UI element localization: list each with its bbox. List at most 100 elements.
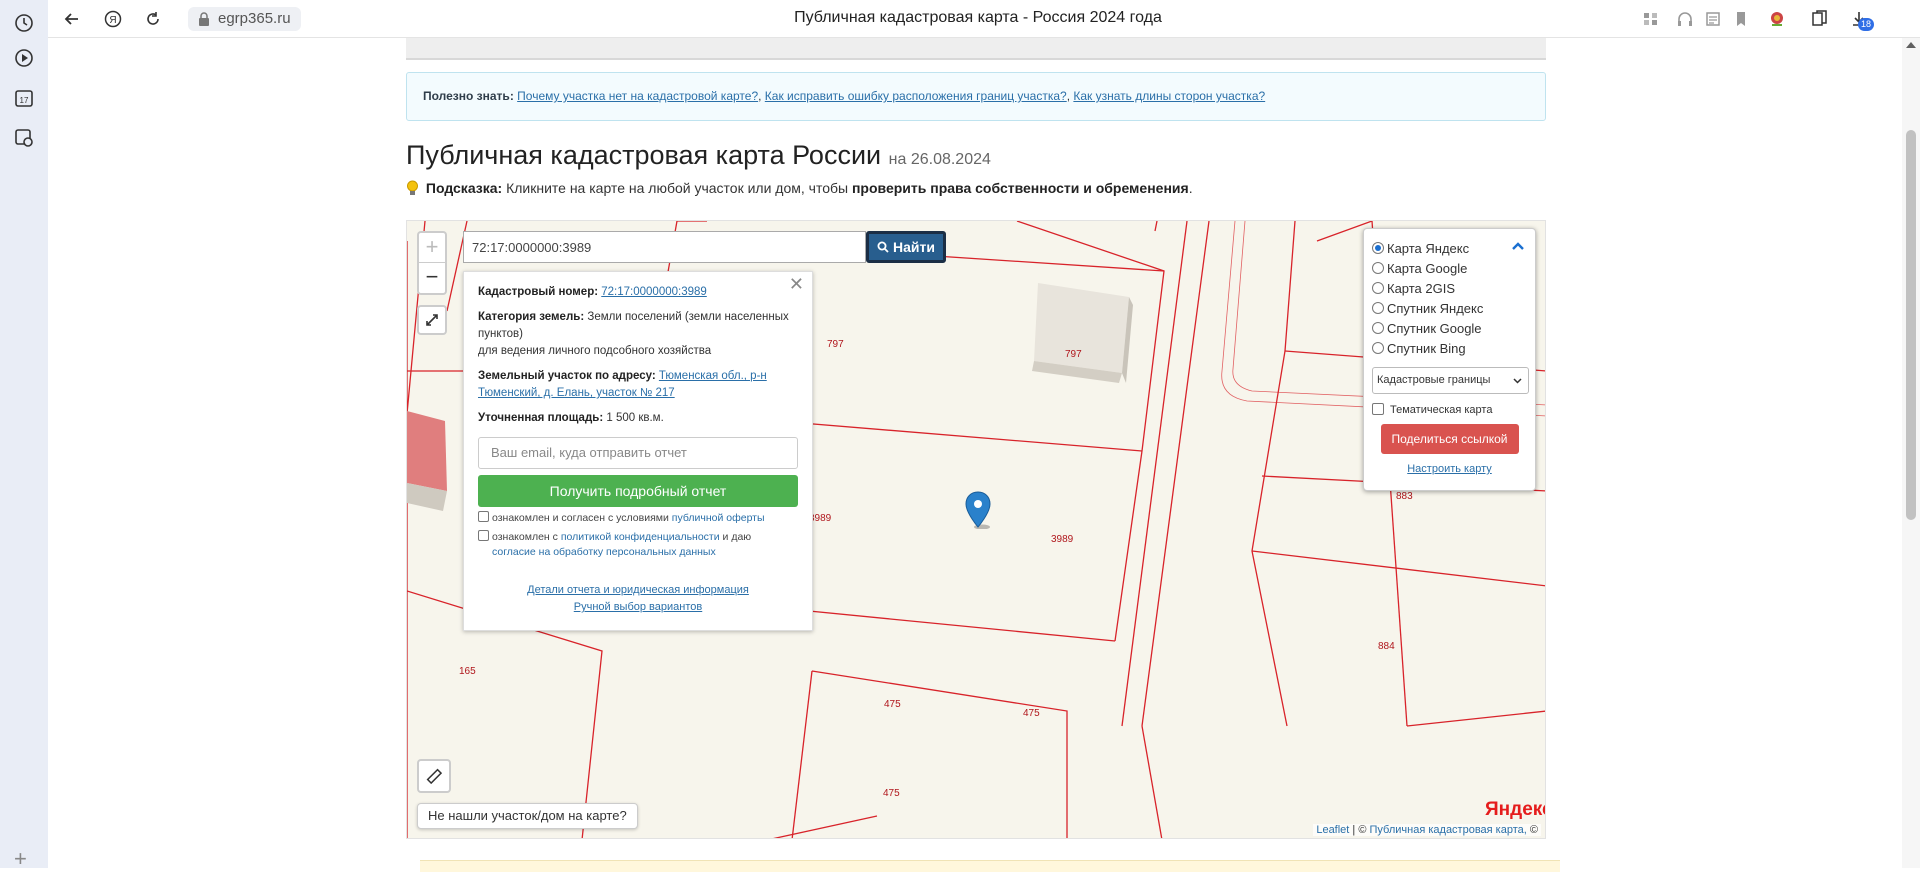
category-use: для ведения личного подсобного хозяйства	[478, 345, 712, 357]
privacy-text: ознакомлен с	[492, 531, 558, 543]
radio[interactable]	[1372, 322, 1384, 334]
info-link-missing-parcel[interactable]: Почему участка нет на кадастровой карте?	[517, 89, 758, 103]
add-panel-icon[interactable]: +	[14, 848, 27, 870]
thematic-checkbox[interactable]	[1372, 403, 1384, 415]
heading-date: на 26.08.2024	[888, 151, 991, 168]
attribution-copy-end: ©	[1529, 824, 1538, 836]
downloads-icon[interactable]: 18	[1848, 8, 1874, 31]
layer-option-yandex-satellite[interactable]: Спутник Яндекс	[1372, 299, 1527, 319]
layer-label: Карта Яндекс	[1387, 241, 1470, 256]
parcel-label: 797	[1065, 349, 1082, 360]
bookmark-icon[interactable]	[1730, 8, 1752, 30]
lock-icon	[199, 12, 209, 26]
back-icon[interactable]	[61, 8, 83, 30]
parcel-label: 475	[884, 699, 901, 710]
offer-consent: ознакомлен и согласен с условиями публич…	[478, 511, 798, 526]
not-found-button[interactable]: Не нашли участок/дом на карте?	[417, 803, 638, 829]
history-icon[interactable]	[11, 10, 37, 36]
layer-switcher: Карта Яндекс Карта Google Карта 2GIS Спу…	[1363, 228, 1536, 491]
address-label: Земельный участок по адресу:	[478, 370, 656, 382]
email-field[interactable]: Ваш email, куда отправить отчет	[478, 437, 798, 469]
hint-bold: проверить права собственности и обремене…	[851, 180, 1189, 196]
yandex-icon[interactable]: Я	[102, 8, 124, 30]
offer-text: ознакомлен и согласен с условиями	[492, 512, 669, 524]
yandex-logo-text: Яндекс	[1485, 799, 1546, 820]
page-bottom-notice	[420, 860, 1560, 872]
parcel-label: 475	[883, 788, 900, 799]
layer-option-google-satellite[interactable]: Спутник Google	[1372, 319, 1527, 339]
cadastral-search-input[interactable]	[463, 231, 866, 263]
pkk-link[interactable]: Публичная кадастровая карта,	[1370, 824, 1527, 836]
personal-data-link[interactable]: согласие на обработку персональных данны…	[492, 546, 716, 558]
browser-toolbar: Я egrp365.ru Публичная кадастровая карта…	[48, 0, 1920, 38]
collections-icon[interactable]	[1808, 8, 1830, 30]
headphones-icon[interactable]	[1674, 8, 1696, 30]
radio[interactable]	[1372, 302, 1384, 314]
scroll-up-icon[interactable]	[1906, 42, 1916, 48]
parcel-label: 884	[1378, 641, 1395, 652]
lightbulb-icon	[407, 180, 418, 195]
reader-icon[interactable]	[1702, 8, 1724, 30]
collapse-icon[interactable]	[1511, 241, 1525, 251]
layer-option-google-map[interactable]: Карта Google	[1372, 259, 1527, 279]
layer-option-bing-satellite[interactable]: Спутник Bing	[1372, 339, 1527, 359]
cad-label: Кадастровый номер:	[478, 286, 599, 298]
parcel-label: 883	[1396, 491, 1413, 502]
yandex-logo: Яндекс	[1485, 799, 1546, 821]
tab-title: Публичная кадастровая карта - Россия 202…	[794, 9, 1162, 26]
scroll-thumb[interactable]	[1906, 130, 1916, 520]
map-marker-icon[interactable]	[965, 491, 991, 529]
zoom-in-button[interactable]: +	[419, 233, 445, 263]
layer-option-2gis-map[interactable]: Карта 2GIS	[1372, 279, 1527, 299]
play-icon[interactable]	[11, 45, 37, 71]
page-scrollbar[interactable]	[1902, 38, 1920, 868]
calendar-icon[interactable]: 17	[11, 85, 37, 111]
cadastral-map[interactable]: 797 797 3989 3989 165 475 475 475 884 88…	[406, 220, 1546, 839]
radio[interactable]	[1372, 342, 1384, 354]
get-report-button[interactable]: Получить подробный отчет	[478, 475, 798, 507]
report-details-link[interactable]: Детали отчета и юридическая информация	[527, 584, 749, 596]
screenshot-icon[interactable]	[11, 125, 37, 151]
layer-option-yandex-map[interactable]: Карта Яндекс	[1372, 239, 1527, 259]
area-value: 1 500 кв.м.	[606, 412, 664, 424]
close-icon[interactable]: ✕	[789, 275, 804, 293]
address-bar[interactable]: egrp365.ru	[188, 7, 301, 31]
info-link-side-lengths[interactable]: Как узнать длины сторон участка?	[1073, 89, 1265, 103]
svg-text:17: 17	[20, 96, 29, 105]
privacy-checkbox[interactable]	[478, 530, 489, 541]
share-link-button[interactable]: Поделиться ссылкой	[1380, 424, 1519, 454]
privacy-link[interactable]: политикой конфиденциальности	[561, 531, 720, 543]
measure-button[interactable]	[417, 759, 451, 793]
chevron-down-icon	[1513, 378, 1522, 384]
offer-checkbox[interactable]	[478, 511, 489, 522]
map-attribution: Leaflet | © Публичная кадастровая карта,…	[1313, 824, 1541, 836]
parcel-label: 165	[459, 666, 476, 677]
parcel-label: 797	[827, 339, 844, 350]
attribution-copy: ©	[1358, 824, 1367, 836]
layer-label: Спутник Bing	[1387, 341, 1466, 356]
extension-icon[interactable]	[1766, 8, 1788, 30]
thematic-label: Тематическая карта	[1390, 404, 1493, 416]
setup-map-link[interactable]: Настроить карту	[1407, 463, 1492, 475]
cad-number-link[interactable]: 72:17:0000000:3989	[601, 286, 707, 298]
radio[interactable]	[1372, 282, 1384, 294]
info-link-fix-boundaries[interactable]: Как исправить ошибку расположения границ…	[765, 89, 1067, 103]
reload-icon[interactable]	[142, 8, 164, 30]
area-label: Уточненная площадь:	[478, 412, 604, 424]
find-button[interactable]: Найти	[866, 231, 946, 263]
zoom-out-button[interactable]: −	[419, 263, 445, 293]
radio-selected[interactable]	[1372, 242, 1384, 254]
browser-sidebar: 17 +	[0, 0, 48, 870]
find-button-label: Найти	[893, 239, 935, 255]
privacy-consent: ознакомлен с политикой конфиденциальност…	[478, 530, 798, 560]
offer-link[interactable]: публичной оферты	[672, 512, 765, 524]
search-icon	[877, 241, 889, 253]
thematic-map-toggle[interactable]: Тематическая карта	[1372, 403, 1527, 416]
overlay-select[interactable]: Кадастровые границы	[1372, 367, 1529, 394]
fullscreen-button[interactable]	[417, 305, 447, 335]
tabs-icon[interactable]	[1640, 8, 1662, 30]
page-top-strip	[406, 38, 1546, 60]
radio[interactable]	[1372, 262, 1384, 274]
leaflet-link[interactable]: Leaflet	[1316, 824, 1349, 836]
manual-select-link[interactable]: Ручной выбор вариантов	[574, 601, 702, 613]
